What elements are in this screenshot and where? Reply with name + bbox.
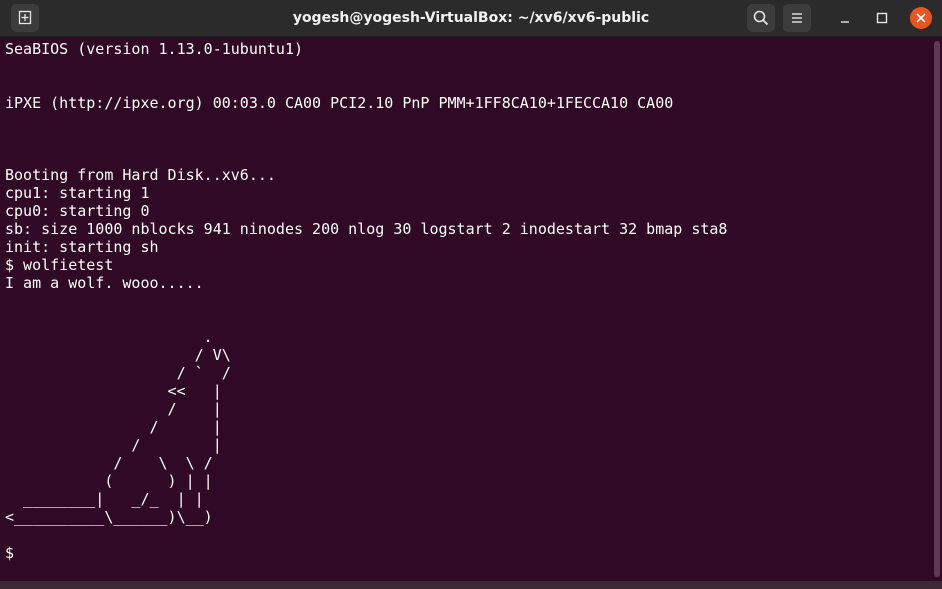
terminal-line: $: [5, 544, 15, 562]
search-button[interactable]: [747, 4, 775, 32]
maximize-button[interactable]: [868, 4, 896, 32]
terminal-line: / |: [5, 418, 222, 436]
close-button[interactable]: [907, 4, 935, 32]
terminal-line: cpu1: starting 1: [5, 184, 150, 202]
terminal-scrollbar[interactable]: [932, 37, 942, 581]
minimize-icon: [841, 21, 849, 23]
terminal-line: .: [5, 328, 213, 346]
terminal-line: cpu0: starting 0: [5, 202, 150, 220]
terminal-line: ( ) | |: [5, 472, 213, 490]
terminal-line: / |: [5, 436, 222, 454]
maximize-icon: [876, 12, 888, 24]
terminal-line: sb: size 1000 nblocks 941 ninodes 200 nl…: [5, 220, 728, 238]
terminal-line: / V\: [5, 346, 231, 364]
window-bottom-border: [0, 581, 942, 589]
terminal-window: yogesh@yogesh-VirtualBox: ~/xv6/xv6-publ…: [0, 0, 942, 589]
terminal-line: SeaBIOS (version 1.13.0-1ubuntu1): [5, 40, 304, 58]
terminal-line: Booting from Hard Disk..xv6...: [5, 166, 276, 184]
terminal-line: $ wolfietest: [5, 256, 114, 274]
terminal-line: / |: [5, 400, 222, 418]
close-icon: [910, 7, 932, 29]
hamburger-menu-icon: [792, 13, 802, 23]
scrollbar-thumb[interactable]: [934, 41, 940, 577]
terminal-line: / ` /: [5, 364, 231, 382]
terminal-output[interactable]: SeaBIOS (version 1.13.0-1ubuntu1) iPXE (h…: [0, 37, 930, 581]
search-icon: [753, 10, 769, 26]
terminal-line: I am a wolf. wooo.....: [5, 274, 204, 292]
minimize-button[interactable]: [831, 4, 859, 32]
terminal-line: ________| _/_ | |: [5, 490, 204, 508]
terminal-line: << |: [5, 382, 222, 400]
terminal-line: iPXE (http://ipxe.org) 00:03.0 CA00 PCI2…: [5, 94, 674, 112]
title-bar[interactable]: yogesh@yogesh-VirtualBox: ~/xv6/xv6-publ…: [0, 0, 942, 37]
new-tab-icon: [18, 10, 32, 25]
terminal-line: init: starting sh: [5, 238, 159, 256]
menu-button[interactable]: [783, 4, 811, 32]
terminal-line: / \ \ /: [5, 454, 213, 472]
new-tab-button[interactable]: [11, 4, 39, 32]
terminal-line: <__________\______)\__): [5, 508, 213, 526]
